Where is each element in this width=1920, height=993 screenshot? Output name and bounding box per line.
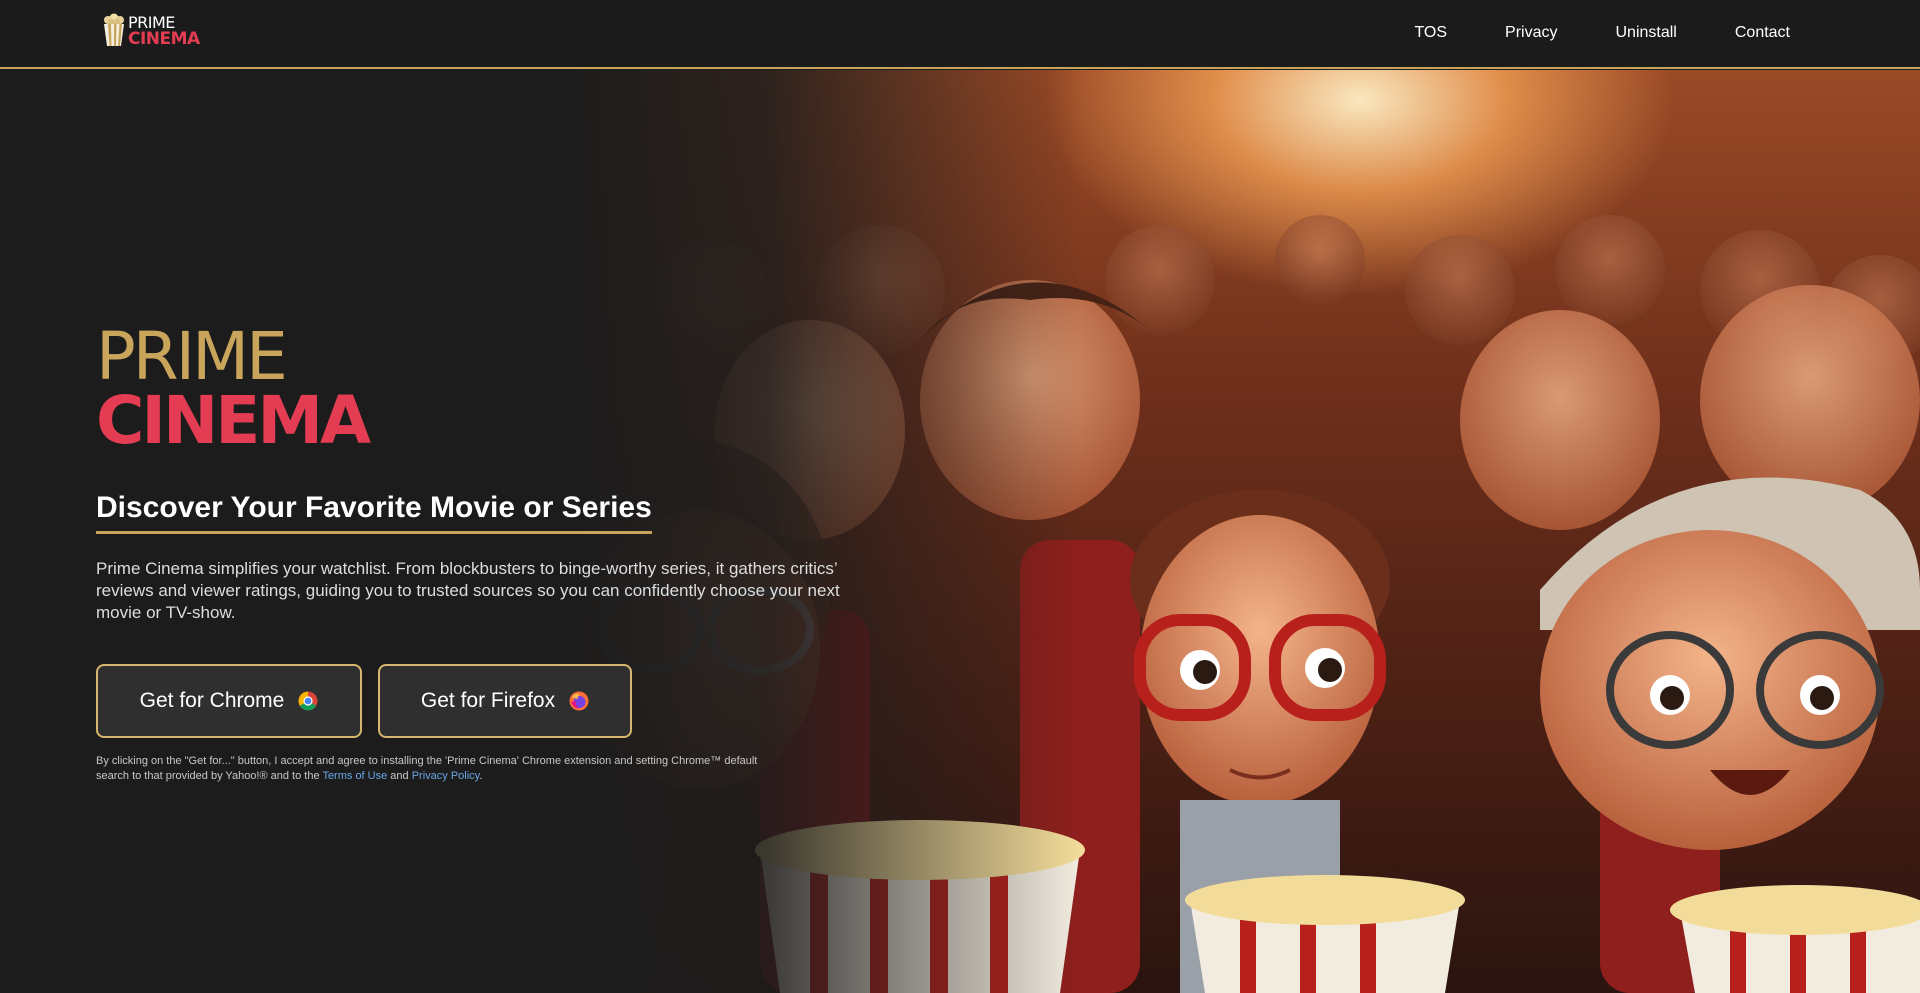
popcorn-icon bbox=[104, 13, 124, 46]
brand-prime-text: PRIME bbox=[96, 318, 288, 395]
firefox-button-label: Get for Firefox bbox=[420, 689, 556, 712]
site-header: PRIME CINEMA TOS Privacy Uninstall Conta… bbox=[0, 0, 1920, 69]
hero-description: Prime Cinema simplifies your watchlist. … bbox=[96, 559, 840, 622]
nav-uninstall-link[interactable]: Uninstall bbox=[1616, 24, 1677, 42]
chrome-icon bbox=[298, 691, 318, 711]
logo-cinema-text: CINEMA bbox=[128, 29, 200, 49]
hero-headline: Discover Your Favorite Movie or Series bbox=[96, 491, 652, 534]
get-for-chrome-button[interactable]: Get for Chrome bbox=[96, 664, 362, 738]
disclaimer-end: . bbox=[479, 770, 483, 782]
nav-tos-link[interactable]: TOS bbox=[1414, 24, 1447, 42]
get-for-firefox-button[interactable]: Get for Firefox bbox=[378, 664, 632, 738]
logo-wordmark: PRIME CINEMA bbox=[128, 15, 200, 49]
site-logo[interactable]: PRIME CINEMA bbox=[100, 11, 200, 51]
privacy-policy-link[interactable]: Privacy Policy bbox=[412, 770, 480, 782]
download-buttons: Get for Chrome Get for Firefox bbox=[96, 664, 896, 738]
firefox-icon bbox=[569, 691, 589, 711]
main-nav: TOS Privacy Uninstall Contact bbox=[1414, 24, 1790, 42]
disclaimer-and: and bbox=[390, 770, 409, 782]
hero-content: PRIME CINEMA Discover Your Favorite Movi… bbox=[96, 318, 896, 784]
nav-contact-link[interactable]: Contact bbox=[1735, 24, 1790, 42]
chrome-button-label: Get for Chrome bbox=[139, 689, 285, 712]
terms-of-use-link[interactable]: Terms of Use bbox=[322, 770, 387, 782]
nav-privacy-link[interactable]: Privacy bbox=[1505, 24, 1557, 42]
brand-cinema-text: CINEMA bbox=[96, 382, 371, 459]
install-disclaimer: By clicking on the "Get for..." button, … bbox=[96, 754, 776, 784]
